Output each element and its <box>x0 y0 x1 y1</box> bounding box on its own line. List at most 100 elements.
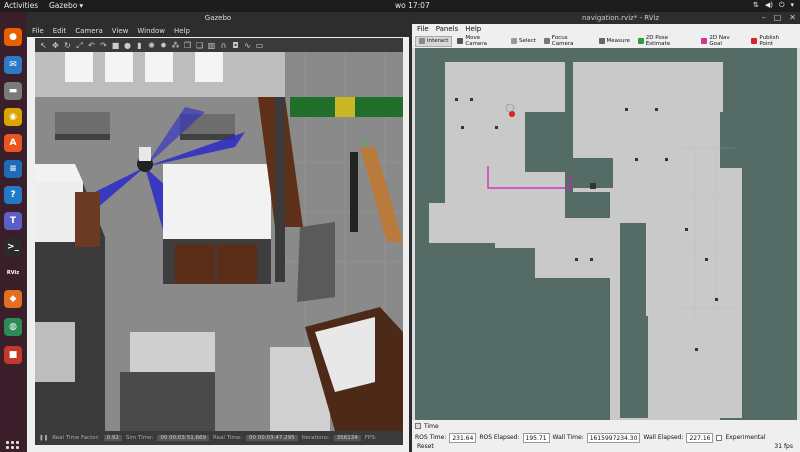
globe-icon[interactable]: ◍ <box>4 318 22 336</box>
music-icon[interactable]: ◉ <box>4 108 22 126</box>
gazebo-3d-scene[interactable] <box>35 52 403 431</box>
menu-edit[interactable]: Edit <box>53 25 67 37</box>
menu-file[interactable]: File <box>32 25 44 37</box>
sphere-icon[interactable]: ● <box>123 41 132 50</box>
writer-icon[interactable]: ≡ <box>4 160 22 178</box>
firefox-icon[interactable]: ● <box>4 28 22 46</box>
copy-icon[interactable]: ❐ <box>183 41 192 50</box>
app-menu[interactable]: Gazebo ▾ <box>49 1 83 10</box>
real-time-value: 00 00:03:47.295 <box>245 435 298 441</box>
tool-label: Publish Point <box>759 35 780 47</box>
tool-focus-camera[interactable]: Focus Camera <box>541 35 594 47</box>
wall-time-field[interactable]: 1615997234.30 <box>586 432 641 443</box>
tool-label: Focus Camera <box>551 35 574 47</box>
menu-view[interactable]: View <box>112 25 129 37</box>
tool-2d-nav-goal[interactable]: 2D Nav Goal <box>698 35 746 47</box>
pause-icon[interactable]: ❚❚ <box>39 435 48 441</box>
chevron-down-icon: ▾ <box>790 1 794 9</box>
rviz-status-bar: Reset 31 fps <box>415 443 797 452</box>
experimental-checkbox[interactable] <box>716 434 723 441</box>
align-icon[interactable]: ▥ <box>207 41 216 50</box>
spot-light-icon[interactable]: ✹ <box>159 41 168 50</box>
files-icon[interactable]: ▬ <box>4 82 22 100</box>
time-panel: ROS Time: 231.64 ROS Elapsed: 195.71 Wal… <box>415 432 797 443</box>
sim-time-label: Sim Time: <box>125 435 154 441</box>
mail-icon[interactable]: ✉ <box>4 56 22 74</box>
show-applications-icon[interactable] <box>6 441 20 452</box>
tool-select[interactable]: Select <box>508 36 539 47</box>
gazebo-window: Gazebo File Edit Camera View Window Help… <box>27 12 409 452</box>
software-icon[interactable]: A <box>4 134 22 152</box>
point-light-icon[interactable]: ✺ <box>147 41 156 50</box>
menu-help[interactable]: Help <box>174 25 190 37</box>
ros-time-field[interactable]: 231.64 <box>449 432 477 443</box>
volume-icon: ◀) <box>764 1 773 9</box>
rtf-value: 0.92 <box>103 435 122 441</box>
wall-elapsed-field[interactable]: 227.16 <box>686 432 714 443</box>
translate-icon[interactable]: ✥ <box>51 41 60 50</box>
occupancy-map <box>415 48 797 420</box>
undo-icon[interactable]: ↶ <box>87 41 96 50</box>
tool-2d-pose-estimate[interactable]: 2D Pose Estimate <box>635 35 697 47</box>
teams-icon[interactable]: T <box>4 212 22 230</box>
cylinder-icon[interactable]: ▮ <box>135 41 144 50</box>
tool-publish-point[interactable]: Publish Point <box>748 35 797 47</box>
ros-time-label: ROS Time: <box>415 434 447 441</box>
desktop: Activities Gazebo ▾ wo 17:07 ⇅ ◀) ⏻ ▾ ● ✉… <box>0 0 800 452</box>
chevron-down-icon: ▾ <box>79 1 84 10</box>
system-tray[interactable]: ⇅ ◀) ⏻ ▾ <box>753 1 794 10</box>
reset-button[interactable]: Reset <box>417 443 434 450</box>
scene-render <box>35 52 403 431</box>
app-menu-label: Gazebo <box>49 1 78 10</box>
log-icon[interactable]: ▭ <box>255 41 264 50</box>
tool-label: Move Camera <box>465 35 487 47</box>
minimize-icon[interactable]: – <box>762 13 766 22</box>
menu-camera[interactable]: Camera <box>75 25 102 37</box>
clock[interactable]: wo 17:07 <box>395 1 430 10</box>
screenshot-icon[interactable]: ◘ <box>231 41 240 50</box>
activities-button[interactable]: Activities <box>4 1 38 10</box>
tool-2d-nav-goal-icon <box>701 38 708 44</box>
tool-move-camera-icon <box>457 38 464 44</box>
tool-interact-icon <box>419 38 425 44</box>
ros-elapsed-field[interactable]: 195.71 <box>522 432 550 443</box>
menu-help[interactable]: Help <box>465 24 481 35</box>
rviz-icon[interactable]: RViz <box>4 264 22 282</box>
screenshot-icon[interactable]: ■ <box>4 346 22 364</box>
menu-panels[interactable]: Panels <box>436 24 459 35</box>
directional-light-icon[interactable]: ⁂ <box>171 41 180 50</box>
window-controls: – □ ✕ <box>762 13 796 22</box>
menu-window[interactable]: Window <box>137 25 165 37</box>
maximize-icon[interactable]: □ <box>774 13 782 22</box>
box-icon[interactable]: ■ <box>111 41 120 50</box>
tool-interact[interactable]: Interact <box>415 35 453 47</box>
tool-label: Select <box>519 38 536 44</box>
ros-elapsed-label: ROS Elapsed: <box>479 434 520 441</box>
select-icon[interactable]: ↖ <box>39 41 48 50</box>
gazebo-toolbar: ↖ ✥ ↻ ⤢ ↶ ↷ ■ ● ▮ ✺ ✹ ⁂ ❐ ❏ ▥ ∩ ◘ ∿ ▭ <box>35 38 403 52</box>
scale-icon[interactable]: ⤢ <box>75 41 84 50</box>
iterations-label: Iterations: <box>301 435 330 441</box>
rviz-toolbar: Interact Move Camera Select Focus Camera Mea… <box>415 35 797 47</box>
rotate-icon[interactable]: ↻ <box>63 41 72 50</box>
close-icon[interactable]: ✕ <box>789 13 796 22</box>
power-icon: ⏻ <box>778 1 785 9</box>
snap-icon[interactable]: ∩ <box>219 41 228 50</box>
tool-measure[interactable]: Measure <box>596 36 633 47</box>
network-icon: ⇅ <box>752 1 759 9</box>
paste-icon[interactable]: ❏ <box>195 41 204 50</box>
help-icon[interactable]: ? <box>4 186 22 204</box>
redo-icon[interactable]: ↷ <box>99 41 108 50</box>
fps-readout: 31 fps <box>774 443 793 450</box>
wall-elapsed-label: Wall Elapsed: <box>643 434 684 441</box>
tool-focus-camera-icon <box>544 38 550 44</box>
menu-file[interactable]: File <box>417 24 429 35</box>
plot-icon[interactable]: ∿ <box>243 41 252 50</box>
terminal-icon[interactable]: >_ <box>4 238 22 256</box>
sim-time-value: 00 00:03:51.669 <box>157 435 210 441</box>
panel-icon <box>415 423 421 429</box>
rviz-map-view[interactable] <box>415 48 797 420</box>
stack-icon[interactable]: ◆ <box>4 290 22 308</box>
tool-move-camera[interactable]: Move Camera <box>454 35 506 47</box>
experimental-label: Experimental <box>725 434 766 441</box>
